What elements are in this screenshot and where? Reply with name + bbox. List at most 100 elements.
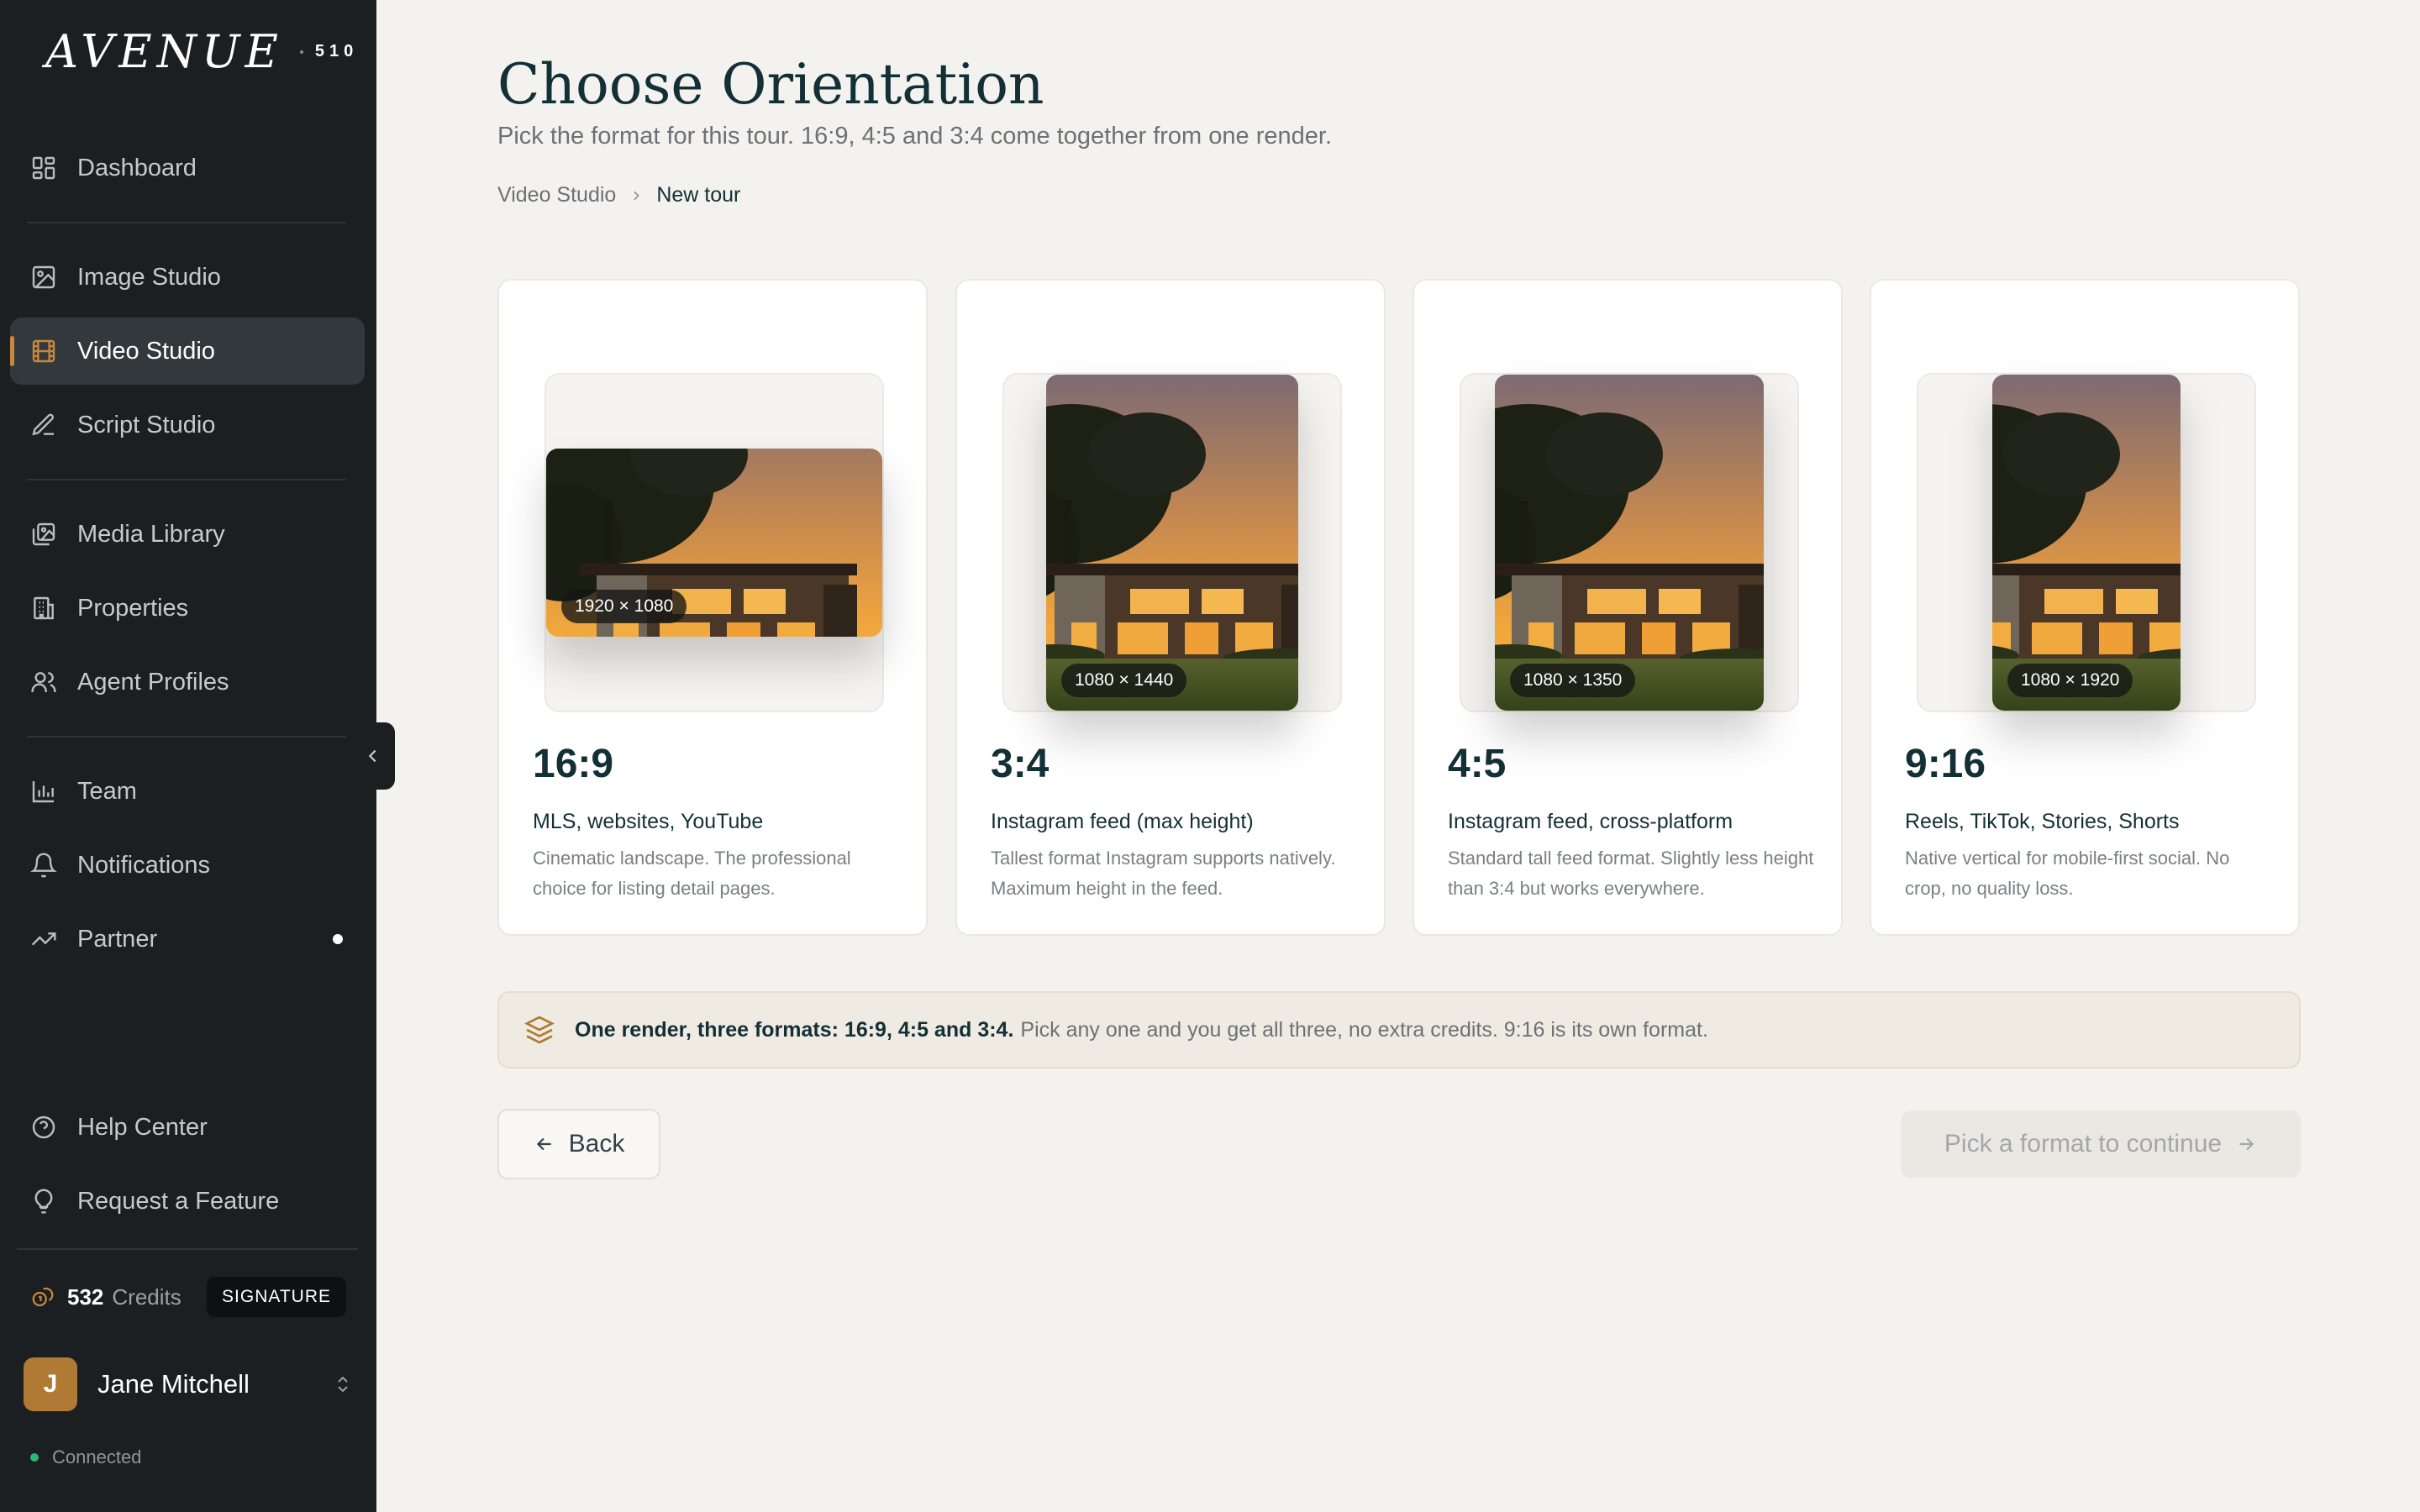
back-button[interactable]: Back	[497, 1109, 660, 1179]
user-name: Jane Mitchell	[97, 1369, 250, 1399]
format-ratio: 16:9	[533, 742, 614, 786]
sidebar-item-script-studio[interactable]: Script Studio	[10, 391, 365, 459]
house-photo	[1992, 375, 2181, 711]
sidebar-item-label: Script Studio	[77, 411, 216, 438]
credits-value: 532	[67, 1284, 104, 1310]
image-icon	[32, 265, 55, 289]
house-photo	[1495, 375, 1764, 711]
back-button-label: Back	[568, 1130, 625, 1158]
arrow-right-icon	[2239, 1137, 2254, 1151]
sidebar-item-label: Partner	[77, 925, 158, 953]
nav-divider	[27, 736, 346, 738]
brand-logo[interactable]: AVENUE 510	[45, 25, 358, 78]
info-headline: One render, three formats: 16:9, 4:5 and…	[575, 1017, 1014, 1042]
page-subtitle: Pick the format for this tour. 16:9, 4:5…	[497, 123, 1332, 150]
format-description: Native vertical for mobile-first social.…	[1905, 848, 2230, 899]
format-heading: Reels, TikTok, Stories, Shorts	[1905, 810, 2180, 833]
brand-number: 510	[314, 42, 359, 60]
film-icon	[32, 339, 55, 363]
format-card-16-9[interactable]: 1920 × 1080 16:9 MLS, websites, YouTube …	[497, 279, 928, 936]
format-description: Cinematic landscape. The professional ch…	[533, 848, 851, 899]
sidebar-item-dashboard[interactable]: Dashboard	[10, 134, 365, 202]
sidebar-item-label: Media Library	[77, 520, 225, 548]
building-icon	[34, 596, 54, 620]
nav-divider	[27, 222, 346, 223]
preview-image: 1080 × 1440	[1046, 375, 1298, 711]
preview-frame: 1920 × 1080	[544, 373, 884, 712]
sidebar-item-label: Request a Feature	[77, 1187, 280, 1215]
format-ratio: 9:16	[1905, 742, 1986, 786]
credits-summary[interactable]: 532 Credits SIGNATURE	[30, 1273, 346, 1320]
preview-frame: 1080 × 1920	[1917, 373, 2256, 712]
nav-divider	[27, 479, 346, 480]
format-card-3-4[interactable]: 1080 × 1440 3:4 Instagram feed (max heig…	[955, 279, 1386, 936]
dashboard-icon	[32, 156, 55, 180]
chevron-left-icon	[368, 749, 376, 763]
dimension-badge: 1080 × 1350	[1510, 664, 1636, 697]
preview-frame: 1080 × 1350	[1460, 373, 1799, 712]
sidebar-item-label: Agent Profiles	[77, 668, 229, 696]
credits-label: Credits	[112, 1284, 182, 1310]
sidebar-item-media-library[interactable]: Media Library	[10, 501, 365, 568]
format-heading: Instagram feed (max height)	[991, 810, 1254, 833]
dimension-badge: 1080 × 1440	[1061, 664, 1187, 697]
status-text: Connected	[52, 1446, 142, 1467]
info-banner: One render, three formats: 16:9, 4:5 and…	[497, 991, 2301, 1068]
plan-badge: SIGNATURE	[207, 1277, 346, 1317]
sidebar: AVENUE 510 Dashboard Image Studio Video …	[0, 0, 376, 1512]
nav-divider	[17, 1248, 358, 1250]
sidebar-item-image-studio[interactable]: Image Studio	[10, 244, 365, 311]
partner-indicator-dot	[333, 934, 343, 944]
coins-icon	[32, 1287, 54, 1307]
media-library-icon	[32, 522, 55, 546]
connection-status: Connected	[30, 1446, 141, 1468]
preview-image: 1080 × 1920	[1992, 375, 2181, 711]
dimension-badge: 1080 × 1920	[2007, 664, 2133, 697]
preview-frame: 1080 × 1440	[1002, 373, 1342, 712]
preview-image: 1920 × 1080	[546, 449, 882, 637]
brand-wordmark: AVENUE	[45, 25, 283, 78]
chevron-right-icon	[634, 191, 640, 200]
breadcrumb-current: New tour	[656, 183, 741, 207]
sidebar-item-partner[interactable]: Partner	[10, 906, 365, 973]
continue-button[interactable]: Pick a format to continue	[1901, 1110, 2301, 1178]
help-circle-icon	[32, 1116, 55, 1139]
sidebar-item-label: Video Studio	[77, 337, 215, 365]
dimension-badge: 1920 × 1080	[561, 590, 687, 623]
format-card-9-16[interactable]: 1080 × 1920 9:16 Reels, TikTok, Stories,…	[1870, 279, 2300, 936]
format-description: Tallest format Instagram supports native…	[991, 848, 1336, 899]
lightbulb-icon	[34, 1189, 53, 1214]
brand-separator-dot	[299, 50, 303, 54]
trending-up-icon	[31, 932, 56, 946]
layers-icon	[524, 1016, 555, 1044]
format-heading: MLS, websites, YouTube	[533, 810, 764, 833]
breadcrumb: Video Studio New tour	[497, 183, 740, 207]
sidebar-collapse-button[interactable]	[351, 722, 395, 790]
sidebar-item-agent-profiles[interactable]: Agent Profiles	[10, 648, 365, 716]
sidebar-item-team[interactable]: Team	[10, 758, 365, 825]
page-title: Choose Orientation	[497, 52, 1044, 117]
sidebar-item-notifications[interactable]: Notifications	[10, 832, 365, 899]
pen-icon	[32, 413, 55, 436]
sidebar-item-label: Help Center	[77, 1113, 208, 1141]
avatar: J	[24, 1357, 77, 1411]
format-card-4-5[interactable]: 1080 × 1350 4:5 Instagram feed, cross-pl…	[1413, 279, 1843, 936]
preview-image: 1080 × 1350	[1495, 375, 1764, 711]
format-ratio: 4:5	[1448, 742, 1507, 786]
sidebar-item-request-feature[interactable]: Request a Feature	[10, 1168, 365, 1235]
bell-icon	[30, 853, 57, 878]
user-menu[interactable]: J Jane Mitchell	[24, 1356, 353, 1413]
sidebar-item-properties[interactable]: Properties	[10, 575, 365, 642]
sidebar-item-help-center[interactable]: Help Center	[10, 1094, 365, 1161]
sidebar-item-label: Properties	[77, 594, 189, 622]
sidebar-item-video-studio[interactable]: Video Studio	[10, 318, 365, 385]
sidebar-item-label: Dashboard	[77, 154, 197, 181]
arrow-left-icon	[536, 1137, 551, 1151]
format-heading: Instagram feed, cross-platform	[1448, 810, 1733, 833]
continue-button-label: Pick a format to continue	[1944, 1130, 2223, 1158]
format-description: Standard tall feed format. Slightly less…	[1448, 848, 1814, 899]
info-body: Pick any one and you get all three, no e…	[1020, 1017, 1708, 1042]
house-photo	[1046, 375, 1298, 711]
breadcrumb-link-video-studio[interactable]: Video Studio	[497, 183, 616, 207]
sidebar-item-label: Notifications	[77, 851, 210, 879]
